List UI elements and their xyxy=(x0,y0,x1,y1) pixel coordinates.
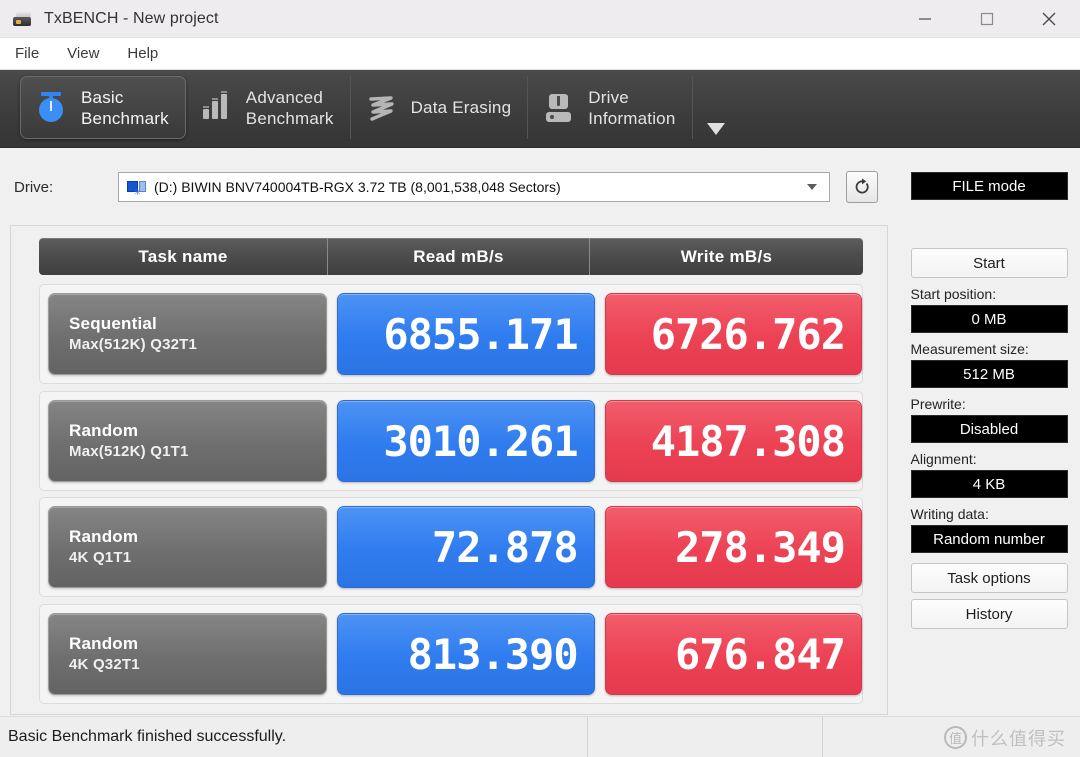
refresh-icon xyxy=(855,178,869,194)
watermark-text: 什么值得买 xyxy=(971,728,1066,749)
task-name-secondary: 4K Q1T1 xyxy=(69,549,132,566)
status-segment-2 xyxy=(588,716,823,757)
watermark-mark: 值 xyxy=(944,726,967,749)
task-options-button[interactable]: Task options xyxy=(910,563,1068,593)
minimize-icon[interactable] xyxy=(894,0,956,38)
write-value: 4187.308 xyxy=(604,400,862,482)
tab-label-basic-benchmark: Basic Benchmark xyxy=(81,87,169,128)
bar-chart-icon xyxy=(200,89,234,127)
start-button[interactable]: Start xyxy=(910,248,1068,278)
task-name-primary: Random xyxy=(69,527,139,546)
drive-label: Drive: xyxy=(14,178,54,196)
start-position-label: Start position: xyxy=(910,286,997,302)
tab-advanced-benchmark[interactable]: Advanced Benchmark xyxy=(186,76,351,139)
column-header-write: Write mB/s xyxy=(589,238,863,275)
title-bar: TxBENCH - New project xyxy=(0,0,1080,38)
menu-item-view[interactable]: View xyxy=(54,42,112,65)
shred-icon xyxy=(365,89,399,127)
task-cell: Random 4K Q1T1 xyxy=(48,506,328,588)
write-value: 6726.762 xyxy=(604,293,862,375)
stopwatch-icon xyxy=(35,89,69,127)
refresh-button[interactable] xyxy=(846,171,878,203)
measurement-size-label: Measurement size: xyxy=(910,341,1029,357)
tab-basic-benchmark[interactable]: Basic Benchmark xyxy=(20,76,186,139)
task-name-secondary: Max(512K) Q32T1 xyxy=(69,336,198,353)
tab-bar: Basic Benchmark Advanced Benchmark Data … xyxy=(0,70,1080,148)
history-button[interactable]: History xyxy=(910,599,1068,629)
status-segment-3: 值 什么值得买 xyxy=(823,717,1080,757)
drive-select[interactable]: ✳ (D:) BIWIN BNV740004TB-RGX 3.72 TB (8,… xyxy=(118,172,830,202)
task-name-primary: Sequential xyxy=(69,314,157,333)
chevron-down-icon xyxy=(706,123,725,135)
app-drive-icon xyxy=(12,9,34,29)
alignment-label: Alignment: xyxy=(910,451,977,467)
task-cell: Random Max(512K) Q1T1 xyxy=(48,400,328,482)
close-icon[interactable] xyxy=(1018,0,1080,38)
tab-label-advanced-benchmark: Advanced Benchmark xyxy=(245,87,334,128)
results-panel: Task name Read mB/s Write mB/s Sequentia… xyxy=(10,225,888,715)
options-sidebar: FILE mode Start Start position: 0 MB Mea… xyxy=(898,162,1080,715)
status-message: Basic Benchmark finished successfully. xyxy=(0,716,588,757)
task-cell: Random 4K Q32T1 xyxy=(48,613,328,695)
drive-selection-row: Drive: ✳ (D:) BIWIN BNV740004TB-RGX 3.72… xyxy=(0,162,898,212)
status-bar: Basic Benchmark finished successfully. 值… xyxy=(0,716,1080,757)
table-row: Sequential Max(512K) Q32T1 6855.171 6726… xyxy=(39,284,863,384)
read-value: 3010.261 xyxy=(337,400,595,482)
tab-overflow-button[interactable] xyxy=(693,70,725,147)
menu-bar: File View Help xyxy=(0,38,1080,70)
prewrite-value[interactable]: Disabled xyxy=(910,415,1068,443)
measurement-size-value[interactable]: 512 MB xyxy=(910,360,1068,388)
drive-selected-value: (D:) BIWIN BNV740004TB-RGX 3.72 TB (8,00… xyxy=(154,179,561,195)
chevron-down-icon xyxy=(807,184,817,190)
read-value: 72.878 xyxy=(337,506,595,588)
task-name-primary: Random xyxy=(69,421,139,440)
start-position-value[interactable]: 0 MB xyxy=(910,305,1068,333)
txbench-window: TxBENCH - New project File View Help Bas… xyxy=(0,0,1080,757)
table-row: Random 4K Q1T1 72.878 278.349 xyxy=(39,497,863,597)
window-title: TxBENCH - New project xyxy=(44,9,219,27)
writing-data-label: Writing data: xyxy=(910,506,989,522)
watermark: 值 什么值得买 xyxy=(944,725,1066,751)
task-name-secondary: 4K Q32T1 xyxy=(69,656,140,673)
read-value: 813.390 xyxy=(337,613,595,695)
table-row: Random 4K Q32T1 813.390 676.847 xyxy=(39,604,863,704)
tab-label-drive-information: Drive Information xyxy=(588,87,676,128)
task-cell: Sequential Max(512K) Q32T1 xyxy=(48,293,328,375)
alignment-value[interactable]: 4 KB xyxy=(910,470,1068,498)
write-value: 676.847 xyxy=(604,613,862,695)
tab-data-erasing[interactable]: Data Erasing xyxy=(351,76,529,139)
task-name-primary: Random xyxy=(69,634,139,653)
column-header-read: Read mB/s xyxy=(327,238,589,275)
results-table-header: Task name Read mB/s Write mB/s xyxy=(39,238,863,275)
write-value: 278.349 xyxy=(604,506,862,588)
column-header-task-name: Task name xyxy=(138,246,228,266)
drive-icon: ✳ xyxy=(127,180,147,196)
writing-data-value[interactable]: Random number xyxy=(910,525,1068,553)
read-value: 6855.171 xyxy=(337,293,595,375)
table-row: Random Max(512K) Q1T1 3010.261 4187.308 xyxy=(39,391,863,491)
maximize-icon[interactable] xyxy=(956,0,1018,38)
task-name-secondary: Max(512K) Q1T1 xyxy=(69,443,189,460)
prewrite-label: Prewrite: xyxy=(910,396,966,412)
menu-item-file[interactable]: File xyxy=(2,42,52,65)
tab-label-data-erasing: Data Erasing xyxy=(410,98,512,117)
file-mode-button[interactable]: FILE mode xyxy=(910,172,1068,200)
drive-info-icon xyxy=(542,89,576,127)
menu-item-help[interactable]: Help xyxy=(114,42,171,65)
tab-drive-information[interactable]: Drive Information xyxy=(528,76,693,139)
window-controls xyxy=(894,0,1080,38)
